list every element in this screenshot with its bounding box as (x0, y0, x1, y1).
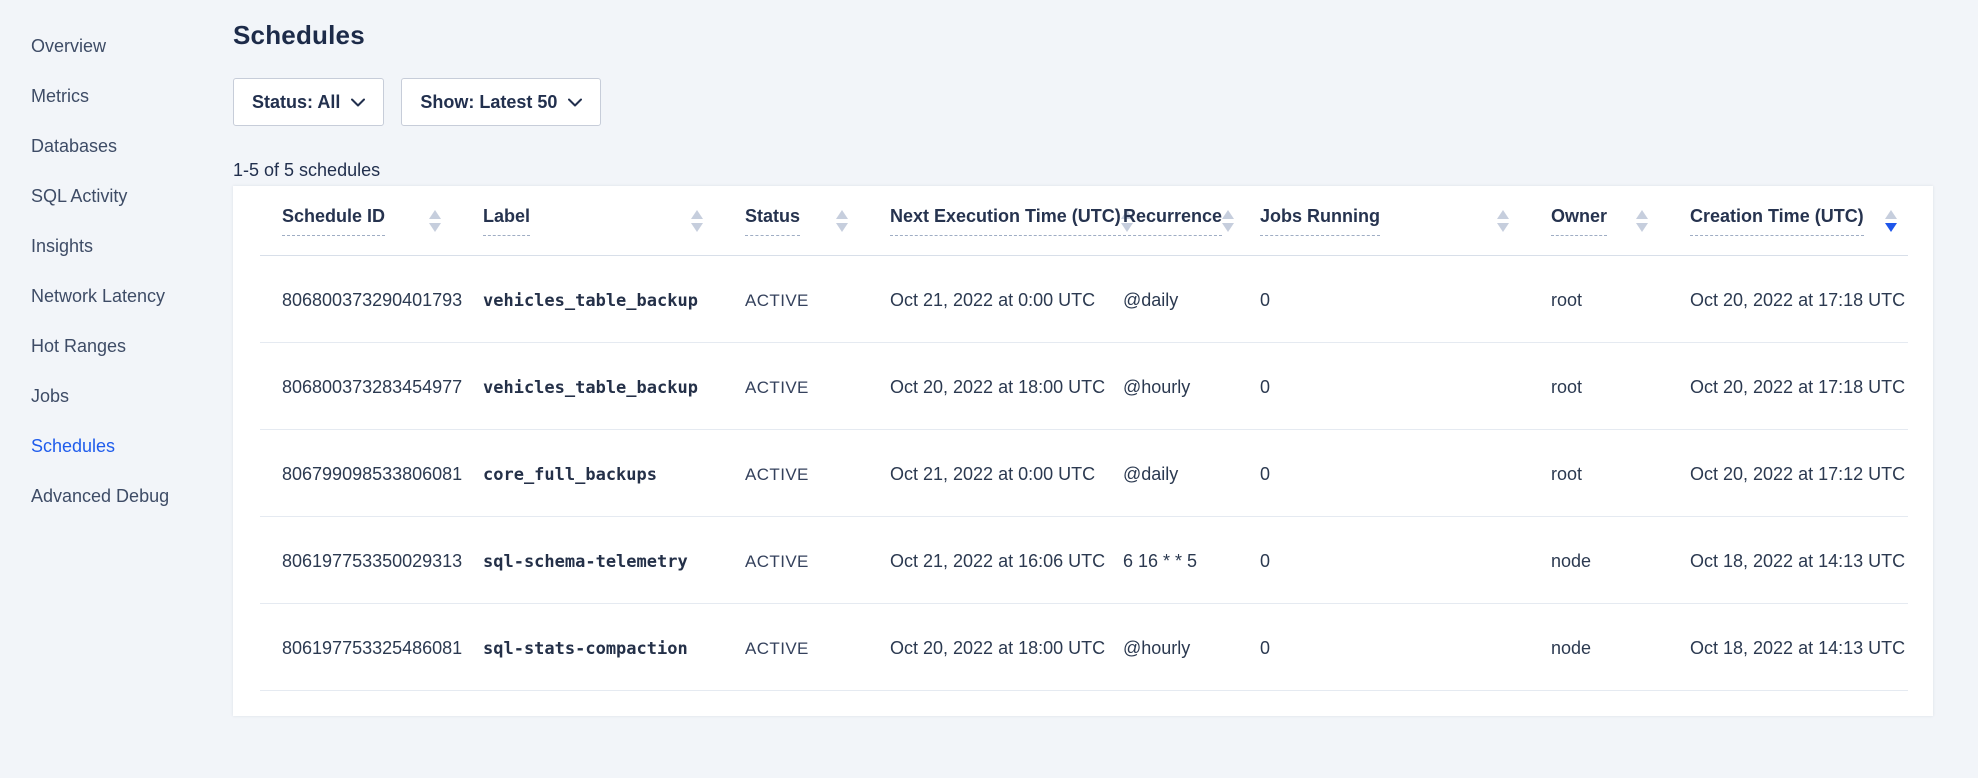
sort-arrows-icon[interactable] (836, 210, 848, 232)
creation-time-cell: Oct 18, 2022 at 14:13 UTC (1690, 517, 1933, 604)
schedules-table-card: Schedule ID Label Status Next Execution … (233, 186, 1933, 716)
main-content: Schedules Status: All Show: Latest 50 1-… (233, 0, 1945, 716)
status-cell: ACTIVE (745, 291, 809, 310)
column-header-label: Recurrence (1123, 206, 1222, 236)
sort-arrows-icon[interactable] (1222, 210, 1234, 232)
sort-arrows-icon[interactable] (691, 210, 703, 232)
recurrence-cell: @daily (1123, 256, 1260, 343)
schedule-id-cell: 806197753325486081 (233, 604, 483, 691)
column-header-schedule-id[interactable]: Schedule ID (233, 206, 483, 236)
column-header-creation-time[interactable]: Creation Time (UTC) (1690, 206, 1933, 236)
label-cell: sql-schema-telemetry (483, 517, 745, 604)
column-header-next-execution[interactable]: Next Execution Time (UTC) (890, 206, 1123, 236)
sidebar-item-overview[interactable]: Overview (31, 36, 233, 56)
table-row: 806197753325486081 sql-stats-compaction … (233, 604, 1933, 691)
table-row: 806197753350029313 sql-schema-telemetry … (233, 517, 1933, 604)
sidebar-item-metrics[interactable]: Metrics (31, 86, 233, 106)
next-execution-cell: Oct 21, 2022 at 0:00 UTC (890, 256, 1123, 343)
sort-arrows-icon[interactable] (1636, 210, 1648, 232)
table-row: 806799098533806081 core_full_backups ACT… (233, 430, 1933, 517)
jobs-running-cell: 0 (1260, 517, 1551, 604)
column-header-label: Creation Time (UTC) (1690, 206, 1864, 236)
next-execution-cell: Oct 21, 2022 at 0:00 UTC (890, 430, 1123, 517)
sort-arrows-icon[interactable] (1497, 210, 1509, 232)
label-cell: vehicles_table_backup (483, 256, 745, 343)
chevron-down-icon (568, 98, 582, 107)
sort-arrows-desc-active-icon[interactable] (1885, 210, 1897, 232)
sidebar-item-hot-ranges[interactable]: Hot Ranges (31, 336, 233, 356)
column-header-status[interactable]: Status (745, 206, 890, 236)
status-cell: ACTIVE (745, 639, 809, 658)
label-cell: sql-stats-compaction (483, 604, 745, 691)
sidebar-item-advanced-debug[interactable]: Advanced Debug (31, 486, 233, 506)
sidebar-nav: Overview Metrics Databases SQL Activity … (0, 0, 233, 536)
show-filter-label: Show: Latest 50 (420, 92, 557, 113)
column-header-owner[interactable]: Owner (1551, 206, 1690, 236)
recurrence-cell: @daily (1123, 430, 1260, 517)
sidebar-item-sql-activity[interactable]: SQL Activity (31, 186, 233, 206)
column-header-label: Next Execution Time (UTC) (890, 206, 1121, 236)
column-header-label: Label (483, 206, 530, 236)
next-execution-cell: Oct 21, 2022 at 16:06 UTC (890, 517, 1123, 604)
status-cell: ACTIVE (745, 378, 809, 397)
sidebar-item-jobs[interactable]: Jobs (31, 386, 233, 406)
table-header-row: Schedule ID Label Status Next Execution … (233, 186, 1933, 256)
table-row: 806800373283454977 vehicles_table_backup… (233, 343, 1933, 430)
status-filter-dropdown[interactable]: Status: All (233, 78, 384, 126)
owner-cell: root (1551, 430, 1690, 517)
column-header-label: Schedule ID (282, 206, 385, 236)
status-filter-label: Status: All (252, 92, 340, 113)
creation-time-cell: Oct 18, 2022 at 14:13 UTC (1690, 604, 1933, 691)
creation-time-cell: Oct 20, 2022 at 17:12 UTC (1690, 430, 1933, 517)
schedule-id-cell: 806799098533806081 (233, 430, 483, 517)
jobs-running-cell: 0 (1260, 430, 1551, 517)
owner-cell: root (1551, 343, 1690, 430)
recurrence-cell: @hourly (1123, 343, 1260, 430)
jobs-running-cell: 0 (1260, 604, 1551, 691)
column-header-recurrence[interactable]: Recurrence (1123, 206, 1260, 236)
schedule-id-cell: 806800373290401793 (233, 256, 483, 343)
schedule-id-cell: 806197753350029313 (233, 517, 483, 604)
sort-arrows-icon[interactable] (429, 210, 441, 232)
next-execution-cell: Oct 20, 2022 at 18:00 UTC (890, 604, 1123, 691)
sidebar-item-insights[interactable]: Insights (31, 236, 233, 256)
label-cell: vehicles_table_backup (483, 343, 745, 430)
column-header-label-col[interactable]: Label (483, 206, 745, 236)
column-header-label: Jobs Running (1260, 206, 1380, 236)
recurrence-cell: 6 16 * * 5 (1123, 517, 1260, 604)
jobs-running-cell: 0 (1260, 256, 1551, 343)
column-header-label: Status (745, 206, 800, 236)
schedule-id-cell: 806800373283454977 (233, 343, 483, 430)
page-title: Schedules (233, 20, 1945, 51)
status-cell: ACTIVE (745, 465, 809, 484)
sidebar-item-network-latency[interactable]: Network Latency (31, 286, 233, 306)
table-row: 806800373290401793 vehicles_table_backup… (233, 256, 1933, 343)
status-cell: ACTIVE (745, 552, 809, 571)
owner-cell: node (1551, 517, 1690, 604)
chevron-down-icon (351, 98, 365, 107)
creation-time-cell: Oct 20, 2022 at 17:18 UTC (1690, 343, 1933, 430)
next-execution-cell: Oct 20, 2022 at 18:00 UTC (890, 343, 1123, 430)
owner-cell: root (1551, 256, 1690, 343)
jobs-running-cell: 0 (1260, 343, 1551, 430)
show-filter-dropdown[interactable]: Show: Latest 50 (401, 78, 601, 126)
results-count: 1-5 of 5 schedules (233, 160, 1945, 181)
filter-bar: Status: All Show: Latest 50 (233, 78, 1945, 126)
column-header-label: Owner (1551, 206, 1607, 236)
sidebar-item-databases[interactable]: Databases (31, 136, 233, 156)
sidebar-item-schedules[interactable]: Schedules (31, 436, 233, 456)
owner-cell: node (1551, 604, 1690, 691)
label-cell: core_full_backups (483, 430, 745, 517)
creation-time-cell: Oct 20, 2022 at 17:18 UTC (1690, 256, 1933, 343)
recurrence-cell: @hourly (1123, 604, 1260, 691)
column-header-jobs-running[interactable]: Jobs Running (1260, 206, 1551, 236)
